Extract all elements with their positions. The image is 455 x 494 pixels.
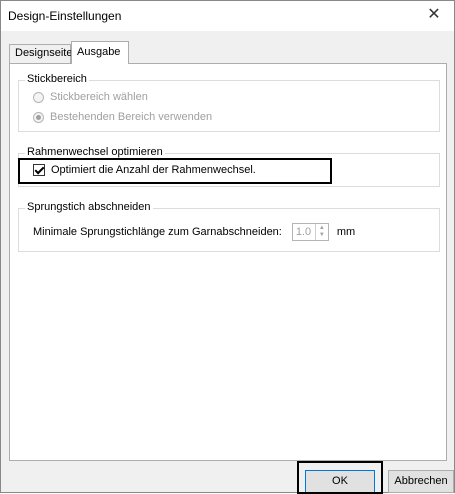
group-stickbereich: Stickbereich Stickbereich wählen Bestehe… bbox=[18, 73, 440, 132]
tab-ausgabe[interactable]: Ausgabe bbox=[71, 41, 129, 64]
group-label-sprungstich: Sprungstich abschneiden bbox=[25, 201, 153, 213]
highlight-frame-ok bbox=[297, 461, 383, 494]
sprungstich-length-row: Minimale Sprungstichlänge zum Garnabschn… bbox=[33, 223, 355, 241]
tab-strip: Designseite Ausgabe bbox=[9, 41, 447, 64]
group-sprungstich: Sprungstich abschneiden Minimale Sprungs… bbox=[18, 201, 440, 252]
cancel-button[interactable]: Abbrechen bbox=[388, 470, 454, 493]
group-label-stickbereich: Stickbereich bbox=[25, 73, 89, 85]
radio-bestehenden-bereich[interactable]: Bestehenden Bereich verwenden bbox=[33, 111, 212, 123]
radio-label: Bestehenden Bereich verwenden bbox=[50, 111, 213, 123]
radio-stickbereich-waehlen[interactable]: Stickbereich wählen bbox=[33, 91, 148, 103]
highlight-frame-checkbox bbox=[18, 158, 332, 184]
radio-button-icon bbox=[33, 91, 44, 103]
close-icon[interactable]: ✕ bbox=[414, 1, 454, 31]
window-title: Design-Einstellungen bbox=[8, 9, 122, 23]
tab-designseite[interactable]: Designseite bbox=[9, 44, 72, 63]
group-label-rahmenwechsel: Rahmenwechsel optimieren bbox=[25, 146, 165, 158]
unit-label: mm bbox=[336, 226, 356, 238]
stepper-value[interactable]: 1.0 bbox=[293, 224, 315, 240]
tab-page-ausgabe: Stickbereich Stickbereich wählen Bestehe… bbox=[9, 63, 447, 461]
dialog-window: Design-Einstellungen ✕ Designseite Ausga… bbox=[0, 0, 455, 494]
stepper-arrows-icon[interactable]: ▲ ▼ bbox=[314, 224, 328, 240]
sprungstich-length-label: Minimale Sprungstichlänge zum Garnabschn… bbox=[33, 226, 282, 238]
radio-label: Stickbereich wählen bbox=[50, 91, 148, 103]
radio-button-selected-icon bbox=[33, 111, 44, 123]
sprungstich-length-stepper[interactable]: 1.0 ▲ ▼ bbox=[291, 223, 329, 241]
title-bar: Design-Einstellungen ✕ bbox=[1, 1, 454, 31]
